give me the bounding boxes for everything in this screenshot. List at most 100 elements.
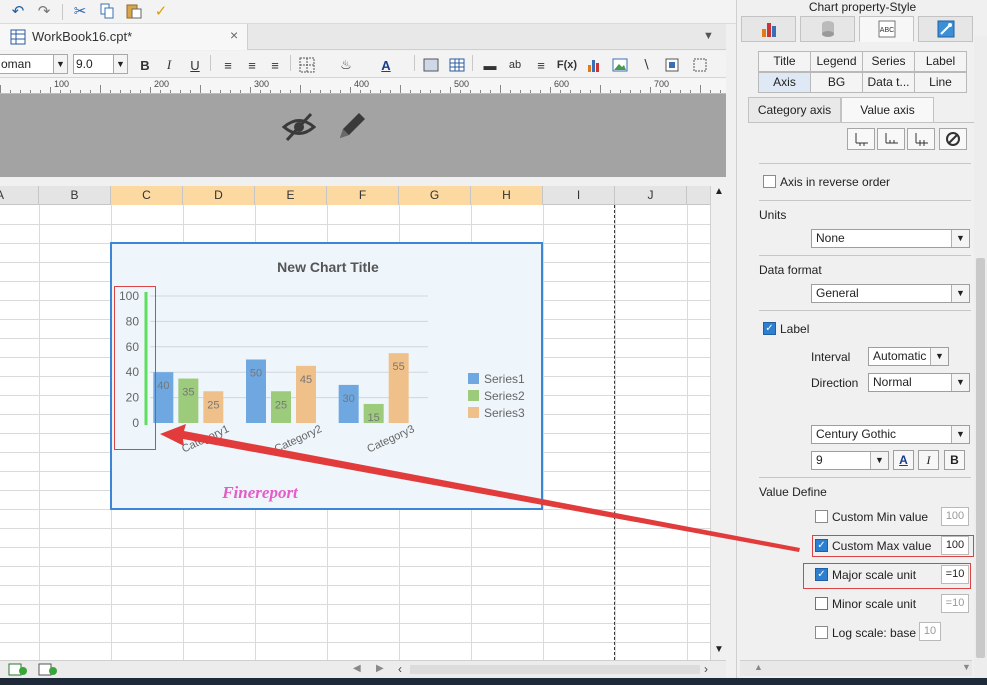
redo-icon[interactable]: ↷ xyxy=(34,2,54,20)
column-header-i[interactable]: I xyxy=(543,186,615,205)
font-color-icon[interactable]: A xyxy=(376,55,396,75)
tab-value-axis[interactable]: Value axis xyxy=(841,97,934,123)
cut-icon[interactable]: ✂ xyxy=(70,2,90,20)
chart-title[interactable]: New Chart Title xyxy=(277,259,379,275)
reverse-order-checkbox[interactable] xyxy=(763,175,776,188)
insert-chart-icon[interactable] xyxy=(584,55,604,75)
tab-style[interactable]: ABC xyxy=(859,16,914,42)
column-header-e[interactable]: E xyxy=(255,186,327,205)
add-report-icon[interactable] xyxy=(38,663,58,679)
panel-scroll-down-icon[interactable]: ▼ xyxy=(962,662,971,672)
hscroll-left-icon[interactable]: ‹ xyxy=(398,662,402,676)
tab-legend[interactable]: Legend xyxy=(810,51,863,72)
sheet-horizontal-scrollbar[interactable] xyxy=(410,665,700,674)
close-tab-icon[interactable]: × xyxy=(230,27,238,43)
scroll-up-icon[interactable]: ▲ xyxy=(714,186,724,197)
font-name-select[interactable]: oman ▼ xyxy=(0,54,68,74)
insert-row-icon[interactable]: ▬ xyxy=(480,55,500,75)
data-format-select[interactable]: General ▼ xyxy=(811,284,970,303)
tick-style-none-button[interactable] xyxy=(939,128,967,150)
frame-icon[interactable] xyxy=(690,55,710,75)
add-sheet-icon[interactable] xyxy=(8,663,28,679)
minor-unit-input[interactable]: =10 xyxy=(941,594,969,613)
column-header-next[interactable] xyxy=(687,186,710,205)
log-scale-input[interactable]: 10 xyxy=(919,622,941,641)
undo-icon[interactable]: ↶ xyxy=(8,2,28,20)
text-icon[interactable]: ab xyxy=(505,55,525,75)
merge-cells-icon[interactable] xyxy=(421,55,441,75)
fill-color-icon[interactable]: ♨ xyxy=(336,55,356,75)
copy-icon[interactable] xyxy=(97,2,117,20)
tab-menu-icon[interactable]: ▼ xyxy=(703,30,714,42)
tab-line[interactable]: Line xyxy=(914,72,967,93)
column-header-f[interactable]: F xyxy=(327,186,399,205)
tab-label[interactable]: Label xyxy=(914,51,967,72)
column-header-j[interactable]: J xyxy=(615,186,687,205)
scroll-down-icon[interactable]: ▼ xyxy=(714,644,724,655)
tick-style-cross-button[interactable] xyxy=(907,128,935,150)
hide-eye-icon[interactable] xyxy=(281,110,317,147)
major-unit-checkbox[interactable]: ✓ xyxy=(815,568,828,581)
tab-data[interactable] xyxy=(800,16,855,42)
paragraph-icon[interactable]: ≡ xyxy=(531,55,551,75)
align-right-icon[interactable]: ≡ xyxy=(265,55,285,75)
label-bold-button[interactable]: B xyxy=(944,450,965,470)
column-header-g[interactable]: G xyxy=(399,186,471,205)
column-header-b[interactable]: B xyxy=(39,186,111,205)
table-icon[interactable] xyxy=(447,55,467,75)
font-size-select[interactable]: 9.0 ▼ xyxy=(73,54,128,74)
label-font-size-select[interactable]: 9 ▼ xyxy=(811,451,889,470)
align-left-icon[interactable]: ≡ xyxy=(218,55,238,75)
underline-button[interactable]: U xyxy=(185,55,205,75)
italic-button[interactable]: I xyxy=(159,55,179,75)
widget-icon[interactable] xyxy=(662,55,682,75)
column-header-h[interactable]: H xyxy=(471,186,543,205)
align-center-icon[interactable]: ≡ xyxy=(242,55,262,75)
custom-min-checkbox[interactable] xyxy=(815,510,828,523)
label-font-color-icon[interactable]: A xyxy=(893,450,914,470)
custom-min-input[interactable]: 100 xyxy=(941,507,969,526)
tab-series[interactable]: Series xyxy=(862,51,915,72)
column-header-c[interactable]: C xyxy=(111,186,183,205)
units-select[interactable]: None ▼ xyxy=(811,229,970,248)
paste-icon[interactable] xyxy=(124,2,144,20)
major-unit-input[interactable]: =10 xyxy=(941,565,969,584)
minor-unit-checkbox[interactable] xyxy=(815,597,828,610)
border-icon[interactable] xyxy=(297,55,317,75)
panel-scroll-up-icon[interactable]: ▲ xyxy=(754,662,763,672)
hscroll-right-icon[interactable]: › xyxy=(704,662,708,676)
tab-special-effects[interactable] xyxy=(918,16,973,42)
sheet-next-icon[interactable]: ▶ xyxy=(376,663,384,674)
tab-chart-type[interactable] xyxy=(741,16,796,42)
direction-select[interactable]: Normal ▼ xyxy=(868,373,970,392)
slash-icon[interactable]: ∖ xyxy=(636,55,656,75)
chart-object[interactable]: New Chart Title 100 80 60 40 20 0 40 35 25 50 25 4… xyxy=(110,242,543,510)
log-scale-checkbox[interactable] xyxy=(815,626,828,639)
tab-background[interactable]: BG xyxy=(810,72,863,93)
custom-max-input[interactable]: 100 xyxy=(941,536,969,555)
panel-scrollbar-thumb[interactable] xyxy=(976,258,985,658)
bold-button[interactable]: B xyxy=(135,55,155,75)
insert-image-icon[interactable] xyxy=(610,55,630,75)
column-header-a[interactable]: A xyxy=(0,186,39,205)
interval-select[interactable]: Automatic ▼ xyxy=(868,347,949,366)
ruler-tick xyxy=(170,90,171,93)
label-italic-button[interactable]: I xyxy=(918,450,939,470)
sheet-prev-icon[interactable]: ◀ xyxy=(353,663,361,674)
ruler-label: 700 xyxy=(654,79,670,89)
tab-axis[interactable]: Axis xyxy=(758,72,811,93)
edit-pencil-icon[interactable] xyxy=(334,108,368,147)
custom-max-checkbox[interactable]: ✓ xyxy=(815,539,828,552)
tick-style-outside-button[interactable] xyxy=(847,128,875,150)
column-header-d[interactable]: D xyxy=(183,186,255,205)
tick-style-inside-button[interactable] xyxy=(877,128,905,150)
sheet-vertical-scrollbar[interactable]: ▲ ▼ xyxy=(710,186,726,660)
tab-data-table[interactable]: Data t... xyxy=(862,72,915,93)
label-checkbox[interactable]: ✓ xyxy=(763,322,776,335)
label-font-select[interactable]: Century Gothic ▼ xyxy=(811,425,970,444)
document-tab[interactable]: WorkBook16.cpt* × xyxy=(0,24,248,50)
formula-icon[interactable]: F(x) xyxy=(557,55,577,75)
tab-category-axis[interactable]: Category axis xyxy=(748,97,841,123)
format-painter-icon[interactable]: ✓ xyxy=(151,2,171,20)
tab-title[interactable]: Title xyxy=(758,51,811,72)
